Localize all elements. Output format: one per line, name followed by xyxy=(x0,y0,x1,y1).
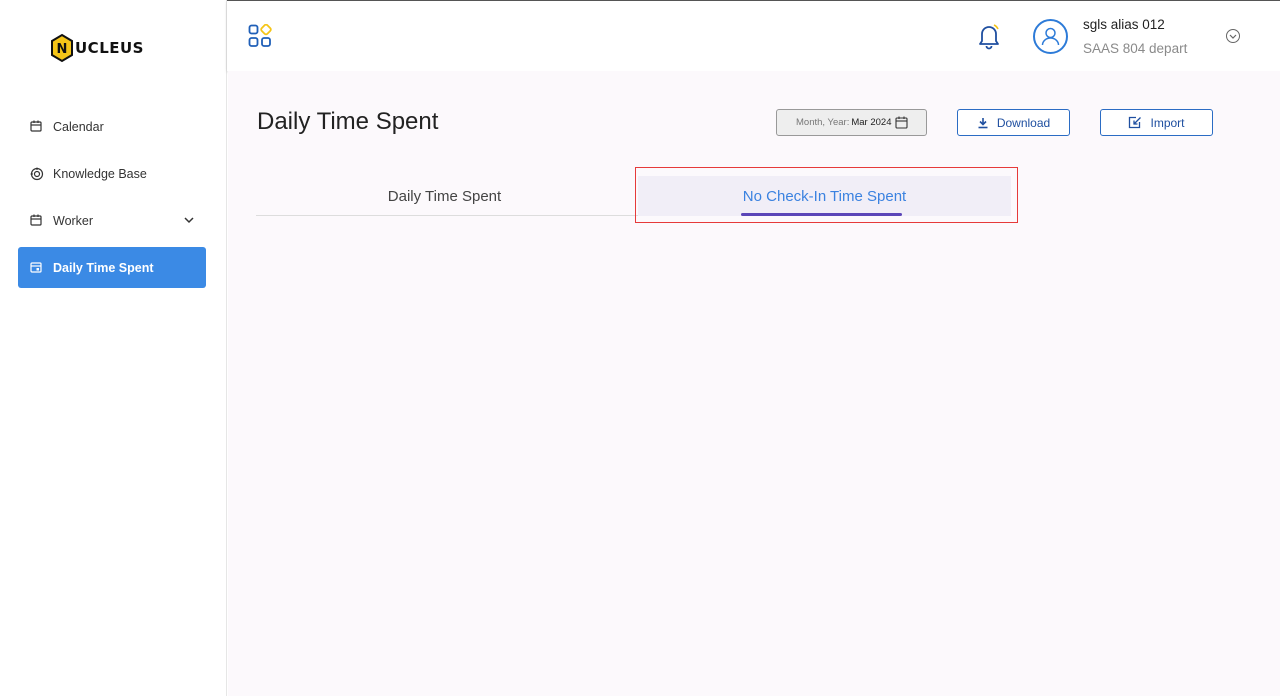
download-label: Download xyxy=(996,115,1051,130)
month-year-picker[interactable]: Month, Year: Mar 2024 xyxy=(776,109,927,136)
import-button[interactable]: Import xyxy=(1100,109,1213,136)
top-header: sgls alias 012 SAAS 804 depart xyxy=(227,0,1280,71)
sidebar-item-label: Calendar xyxy=(53,119,104,134)
tab-daily-time-spent[interactable]: Daily Time Spent xyxy=(256,176,633,216)
logo-letter: N xyxy=(57,42,68,57)
month-year-label: Month, Year: xyxy=(796,117,850,128)
month-year-value: Mar 2024 xyxy=(851,117,892,128)
logo-hex-icon: N xyxy=(50,33,74,63)
calendar-icon[interactable] xyxy=(894,116,908,129)
sidebar-item-label: Worker xyxy=(53,213,94,228)
app-root: N UCLEUS Calendar Knowledge Base Worker … xyxy=(0,0,1280,696)
download-icon xyxy=(978,117,988,128)
user-name: sgls alias 012 xyxy=(1083,17,1165,32)
user-menu-chevron-icon[interactable] xyxy=(1225,28,1241,44)
calendar-icon xyxy=(30,214,44,228)
notification-bell-icon[interactable] xyxy=(977,21,1001,51)
user-department: SAAS 804 depart xyxy=(1083,41,1188,56)
download-button[interactable]: Download xyxy=(957,109,1070,136)
user-avatar-icon[interactable] xyxy=(1033,19,1068,54)
highlight-box xyxy=(635,167,1018,223)
sidebar-item-daily-time-spent[interactable]: Daily Time Spent xyxy=(18,247,206,288)
apps-grid-icon[interactable] xyxy=(248,23,272,48)
logo: N UCLEUS xyxy=(50,30,144,66)
knowledge-base-icon xyxy=(30,167,44,181)
sidebar-item-worker[interactable]: Worker xyxy=(18,200,206,241)
sidebar-item-label: Daily Time Spent xyxy=(53,260,154,275)
import-label: Import xyxy=(1150,115,1185,130)
page-title: Daily Time Spent xyxy=(257,108,439,135)
calendar-icon xyxy=(30,261,44,275)
import-icon xyxy=(1129,116,1142,129)
sidebar-nav: Calendar Knowledge Base Worker Daily Tim… xyxy=(18,106,206,294)
sidebar-item-label: Knowledge Base xyxy=(53,166,147,181)
logo-text: UCLEUS xyxy=(75,39,144,57)
sidebar-item-calendar[interactable]: Calendar xyxy=(18,106,206,147)
calendar-icon xyxy=(30,120,44,134)
main-content: Daily Time Spent Month, Year: Mar 2024 D… xyxy=(228,71,1280,696)
sidebar: N UCLEUS Calendar Knowledge Base Worker … xyxy=(0,0,227,696)
sidebar-item-knowledge-base[interactable]: Knowledge Base xyxy=(18,153,206,194)
chevron-down-icon[interactable] xyxy=(182,213,196,227)
